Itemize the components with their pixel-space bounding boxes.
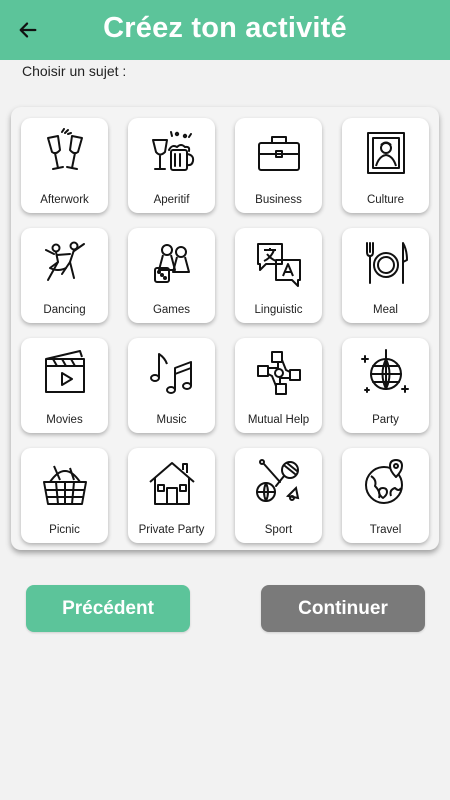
subject-tile-party[interactable]: Party xyxy=(342,338,429,433)
subject-tile-picnic[interactable]: Picnic xyxy=(21,448,108,543)
subject-tile-business[interactable]: Business xyxy=(235,118,322,213)
subject-label-linguistic: Linguistic xyxy=(254,304,303,316)
translation-icon xyxy=(257,243,301,287)
wine-and-beer-icon xyxy=(152,131,195,171)
subject-tile-sport[interactable]: Sport xyxy=(235,448,322,543)
app-header: Créez ton activité xyxy=(0,0,450,60)
framed-painting-icon xyxy=(367,132,405,174)
subject-tile-mutual-help[interactable]: Mutual Help xyxy=(235,338,322,433)
subject-tile-movies[interactable]: Movies xyxy=(21,338,108,433)
dancing-couple-icon xyxy=(45,241,85,281)
disco-ball-icon xyxy=(361,349,409,393)
subject-tile-dancing[interactable]: Dancing xyxy=(21,228,108,323)
subject-label-afterwork: Afterwork xyxy=(40,194,89,206)
subject-label-meal: Meal xyxy=(373,304,398,316)
briefcase-icon xyxy=(258,136,300,171)
sports-equipment-icon xyxy=(256,459,300,502)
subject-label-dancing: Dancing xyxy=(43,304,86,316)
board-game-pawns-icon xyxy=(154,244,190,283)
subject-tile-linguistic[interactable]: Linguistic xyxy=(235,228,322,323)
page-title: Créez ton activité xyxy=(103,12,347,44)
continue-button[interactable]: Continuer xyxy=(261,585,425,632)
subject-label-sport: Sport xyxy=(264,524,293,536)
subject-label-mutual-help: Mutual Help xyxy=(247,414,310,426)
subject-tile-travel[interactable]: Travel xyxy=(342,448,429,543)
globe-location-icon xyxy=(365,459,403,504)
subject-label-games: Games xyxy=(152,304,191,316)
subject-label-party: Party xyxy=(372,414,399,426)
subject-label-culture: Culture xyxy=(366,194,405,206)
subject-label-picnic: Picnic xyxy=(49,524,80,536)
subject-grid: Afterwork Aperitif Business Culture Danc… xyxy=(11,107,439,550)
music-notes-icon xyxy=(150,353,192,394)
subject-label-travel: Travel xyxy=(369,524,402,536)
subject-label-private-party: Private Party xyxy=(138,524,205,536)
house-icon xyxy=(149,462,195,505)
previous-button[interactable]: Précédent xyxy=(26,585,190,632)
subject-tile-music[interactable]: Music xyxy=(128,338,215,433)
subject-tile-games[interactable]: Games xyxy=(128,228,215,323)
subject-label-business: Business xyxy=(255,194,302,206)
subject-tile-afterwork[interactable]: Afterwork xyxy=(21,118,108,213)
champagne-glasses-icon xyxy=(47,128,83,170)
subject-tile-aperitif[interactable]: Aperitif xyxy=(128,118,215,213)
plate-fork-knife-icon xyxy=(366,242,408,284)
subject-tile-culture[interactable]: Culture xyxy=(342,118,429,213)
subject-label: Choisir un sujet : xyxy=(22,63,127,79)
joined-hands-icon xyxy=(257,351,301,395)
clapperboard-icon xyxy=(45,350,85,393)
subject-label-movies: Movies xyxy=(46,414,83,426)
picnic-basket-icon xyxy=(43,465,87,505)
subject-tile-meal[interactable]: Meal xyxy=(342,228,429,323)
subject-label-aperitif: Aperitif xyxy=(153,194,190,206)
subject-tile-private-party[interactable]: Private Party xyxy=(128,448,215,543)
subject-label-music: Music xyxy=(156,414,187,426)
